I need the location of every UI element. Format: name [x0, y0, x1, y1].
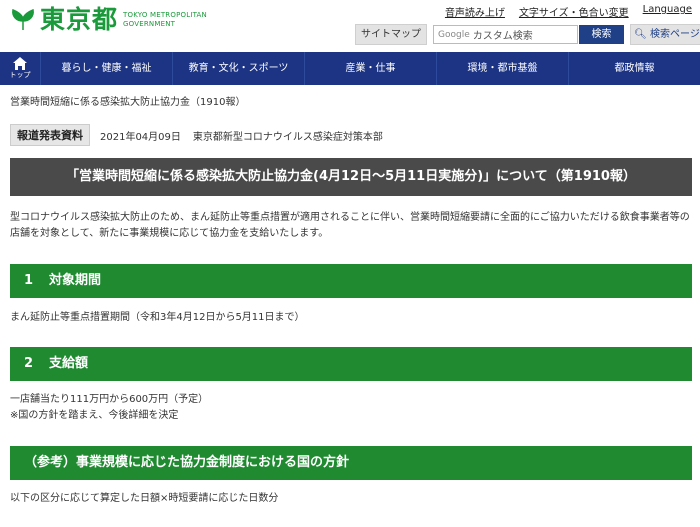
- logo-english-line2: GOVERNMENT: [123, 20, 176, 28]
- ginkgo-leaf-icon: [12, 8, 34, 30]
- site-header: 東京都 TOKYO METROPOLITAN GOVERNMENT 音声読み上げ…: [0, 0, 700, 52]
- global-nav: トップ 暮らし・健康・福祉 教育・文化・スポーツ 産業・仕事 環境・都市基盤 都…: [0, 52, 700, 85]
- sitemap-button[interactable]: サイトマップ: [355, 24, 427, 45]
- search-input[interactable]: Google カスタム検索: [433, 25, 578, 44]
- google-label: Google: [438, 29, 470, 40]
- nav-industry-work[interactable]: 産業・仕事: [304, 52, 436, 85]
- section-title: 支給額: [49, 356, 89, 371]
- nav-home[interactable]: トップ: [0, 52, 40, 85]
- utility-links: 音声読み上げ 文字サイズ・色合い変更 Language: [445, 4, 692, 19]
- link-read-aloud[interactable]: 音声読み上げ: [445, 4, 505, 19]
- section-heading-amount: 2 支給額: [10, 347, 692, 381]
- search-icon: 🔍︎: [634, 29, 647, 40]
- logo-english: TOKYO METROPOLITAN GOVERNMENT: [123, 11, 207, 29]
- section-number: 2: [24, 356, 34, 371]
- search-button[interactable]: 検索: [579, 25, 624, 44]
- home-icon: [13, 57, 27, 70]
- tokyo-logo[interactable]: 東京都 TOKYO METROPOLITAN GOVERNMENT: [10, 6, 207, 34]
- link-text-size-color[interactable]: 文字サイズ・色合い変更: [519, 4, 629, 19]
- section-title: 対象期間: [49, 273, 102, 288]
- press-department: 東京都新型コロナウイルス感染症対策本部: [192, 131, 383, 143]
- section-number: 1: [24, 273, 34, 288]
- intro-text: 型コロナウイルス感染拡大防止のため、まん延防止等重点措置が適用されることに伴い、…: [10, 212, 690, 239]
- section-note-amount: ※国の方針を踏まえ、今後詳細を決定: [10, 410, 179, 421]
- logo-name: 東京都: [40, 5, 119, 34]
- section-heading-reference: （参考）事業規模に応じた協力金制度における国の方針: [10, 446, 692, 480]
- section-text-reference: 以下の区分に応じて算定した日額×時短要請に応じた日数分: [10, 493, 279, 504]
- section-text-period: まん延防止等重点措置期間（令和3年4月12日から5月11日まで）: [10, 312, 305, 323]
- nav-living-health-welfare[interactable]: 暮らし・健康・福祉: [40, 52, 172, 85]
- breadcrumb: 営業時間短縮に係る感染拡大防止協力金（1910報）: [10, 97, 246, 108]
- page-title: 「営業時間短縮に係る感染拡大防止協力金(4月12日～5月11日実施分)」について…: [10, 158, 692, 196]
- nav-home-label: トップ: [9, 71, 31, 79]
- press-release-badge: 報道発表資料: [10, 124, 90, 146]
- search-row: サイトマップ Google カスタム検索 検索 🔍︎ 検索ページ: [355, 24, 700, 45]
- nav-education-culture-sports[interactable]: 教育・文化・スポーツ: [172, 52, 304, 85]
- link-language[interactable]: Language: [643, 4, 692, 19]
- nav-government-info[interactable]: 都政情報: [568, 52, 700, 85]
- press-date: 2021年04月09日: [100, 131, 181, 143]
- press-release-info: 報道発表資料 2021年04月09日 東京都新型コロナウイルス感染症対策本部: [10, 124, 383, 146]
- search-placeholder: カスタム検索: [472, 31, 533, 42]
- section-heading-period: 1 対象期間: [10, 264, 692, 298]
- nav-environment-urban[interactable]: 環境・都市基盤: [436, 52, 568, 85]
- advanced-search-label: 検索ページ: [650, 29, 700, 40]
- logo-english-line1: TOKYO METROPOLITAN: [123, 11, 207, 19]
- advanced-search-button[interactable]: 🔍︎ 検索ページ: [630, 24, 700, 45]
- section-text-amount: 一店舗当たり111万円から600万円（予定）: [10, 394, 209, 405]
